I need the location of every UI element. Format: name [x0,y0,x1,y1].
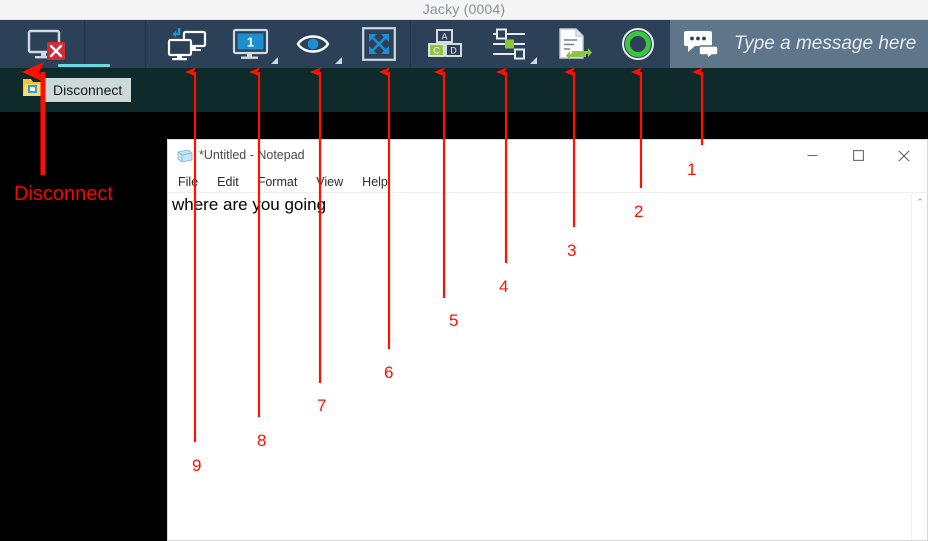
notepad-window: *Untitled - Notepad File Edit Format Vie… [167,139,928,541]
scroll-up-icon[interactable]: ⌃ [912,196,927,208]
expand-arrows-icon [362,27,396,61]
menu-item-view[interactable]: View [316,175,343,189]
monitor-x-icon [27,29,65,60]
menu-item-file[interactable]: File [178,175,198,189]
maximize-icon [852,150,864,161]
fullscreen-button[interactable] [347,20,411,68]
menu-item-edit[interactable]: Edit [217,175,239,189]
send-keys-button[interactable]: A C D [414,20,478,68]
file-transfer-button[interactable] [542,20,606,68]
notepad-maximize-button[interactable] [835,140,881,171]
toolbar-separator [84,20,85,68]
switch-session-button[interactable] [155,20,219,68]
chat-icon-wrap [670,29,734,59]
remote-desktop-background [0,68,928,112]
active-tab-indicator [58,64,110,67]
record-circle-icon [622,28,654,60]
remote-desktop-client: Jacky (0004) 1 A C D Type a message here… [0,0,928,541]
session-title: Jacky (0004) [422,1,506,17]
notepad-minimize-button[interactable] [789,140,835,171]
monitor-one-icon: 1 [232,28,269,59]
chevron-down-icon[interactable] [271,57,278,64]
svg-text:1: 1 [247,35,254,50]
toolbar-separator [145,20,146,68]
notepad-title: *Untitled - Notepad [199,148,305,162]
close-icon [898,149,910,162]
disconnect-tooltip-label: Disconnect [53,82,123,98]
two-monitors-arrow-icon [167,28,207,61]
minimize-icon [807,154,817,157]
disconnect-button[interactable] [14,20,84,68]
chat-input-bar[interactable]: Type a message here [670,20,928,68]
notepad-text-content[interactable]: where are you going [172,195,326,215]
notepad-menubar: File Edit Format View Help [168,171,927,193]
keyboard-keys-icon: A C D [428,29,462,57]
chevron-down-icon[interactable] [530,57,537,64]
menu-item-format[interactable]: Format [258,175,298,189]
svg-text:D: D [450,46,457,56]
eye-icon [296,35,330,53]
svg-text:A: A [441,32,447,42]
notepad-scrollbar[interactable]: ⌃ [911,194,927,540]
notepad-titlebar[interactable]: *Untitled - Notepad [168,140,927,171]
notepad-close-button[interactable] [881,140,927,171]
menu-item-help[interactable]: Help [362,175,388,189]
window-titlebar: Jacky (0004) [0,0,928,20]
sliders-icon [493,28,525,60]
svg-text:C: C [433,46,440,56]
disconnect-tooltip: Disconnect [44,78,132,102]
chevron-down-icon[interactable] [335,57,342,64]
file-transfer-icon [559,28,592,60]
notepad-icon [177,149,193,163]
record-button[interactable] [606,20,670,68]
folder-icon[interactable] [22,76,46,98]
chat-bubbles-icon [684,31,719,59]
chat-placeholder: Type a message here [734,33,917,54]
